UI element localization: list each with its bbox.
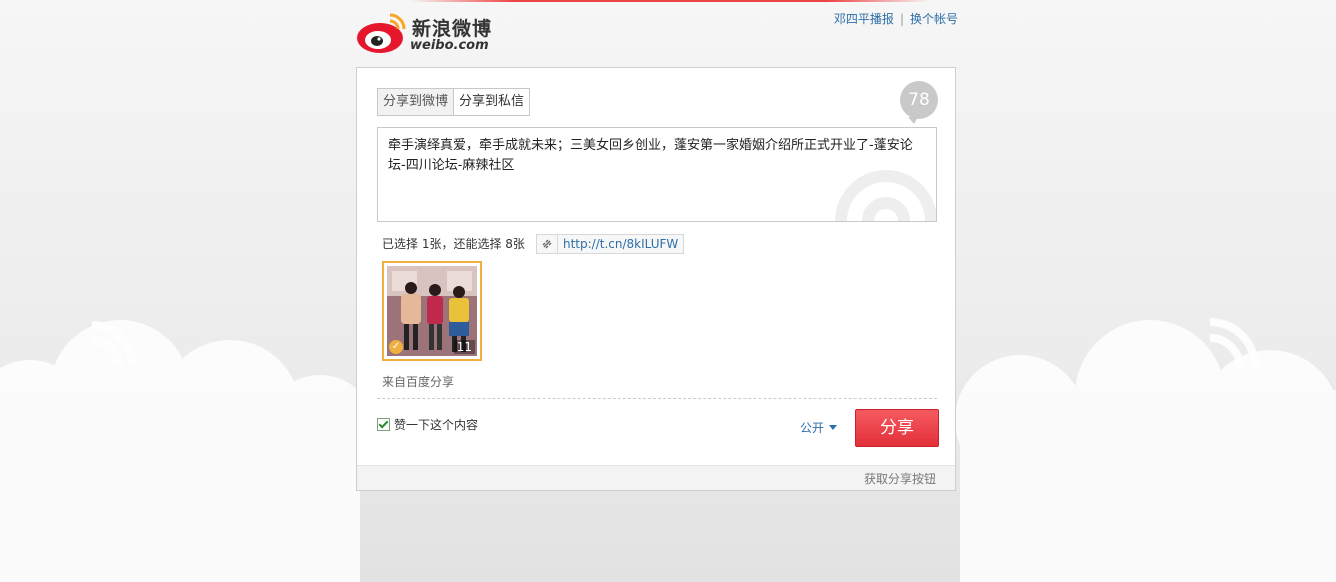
image-thumbnail[interactable]: 11 ✓ bbox=[382, 261, 482, 361]
get-share-button-link[interactable]: 获取分享按钮 bbox=[864, 470, 936, 487]
share-tabs: 分享到微博 分享到私信 bbox=[377, 88, 531, 116]
panel-footer: 获取分享按钮 bbox=[357, 465, 955, 490]
user-link[interactable]: 邓四平播报 bbox=[834, 12, 894, 26]
switch-account-link[interactable]: 换个帐号 bbox=[910, 12, 958, 26]
link-separator: | bbox=[899, 12, 904, 26]
like-checkbox[interactable] bbox=[377, 418, 390, 431]
message-textarea[interactable]: 牵手演绎真爱，牵手成就未来；三美女回乡创业，蓬安第一家婚姻介绍所正式开业了-蓬安… bbox=[377, 127, 937, 222]
caret-down-icon bbox=[829, 425, 838, 430]
privacy-dropdown[interactable]: 公开 bbox=[800, 419, 838, 436]
account-links: 邓四平播报 | 换个帐号 bbox=[834, 10, 958, 27]
tab-share-weibo[interactable]: 分享到微博 bbox=[377, 88, 455, 116]
weibo-logo[interactable]: 新浪微博 weibo.com bbox=[356, 10, 496, 56]
image-count-badge: 11 bbox=[453, 340, 475, 354]
share-panel: 分享到微博 分享到私信 78 牵手演绎真爱，牵手成就未来；三美女回乡创业，蓬安第… bbox=[356, 67, 956, 491]
weibo-logo-icon bbox=[357, 13, 406, 53]
share-source: 来自百度分享 bbox=[382, 375, 455, 389]
char-counter-bubble: 78 bbox=[900, 81, 938, 124]
check-icon: ✓ bbox=[389, 340, 403, 354]
privacy-label: 公开 bbox=[800, 421, 825, 435]
like-checkbox-label: 赞一下这个内容 bbox=[394, 418, 479, 432]
top-accent-line bbox=[410, 0, 930, 2]
logo-text-en: weibo.com bbox=[410, 38, 489, 53]
share-button[interactable]: 分享 bbox=[855, 409, 939, 447]
message-text: 牵手演绎真爱，牵手成就未来；三美女回乡创业，蓬安第一家婚姻介绍所正式开业了-蓬安… bbox=[388, 138, 913, 173]
link-icon bbox=[537, 235, 558, 253]
tab-share-private-message[interactable]: 分享到私信 bbox=[454, 88, 531, 116]
short-url-box[interactable]: http://t.cn/8kILUFW bbox=[536, 234, 685, 254]
image-selection-info: 已选择 1张，还能选择 8张 bbox=[382, 237, 525, 251]
thumbnail-photo: 11 ✓ bbox=[387, 266, 477, 356]
logo-text-cn: 新浪微博 bbox=[412, 18, 493, 40]
like-checkbox-row[interactable]: 赞一下这个内容 bbox=[377, 416, 478, 433]
short-url-text: http://t.cn/8kILUFW bbox=[563, 237, 679, 251]
dashed-divider bbox=[377, 398, 937, 399]
